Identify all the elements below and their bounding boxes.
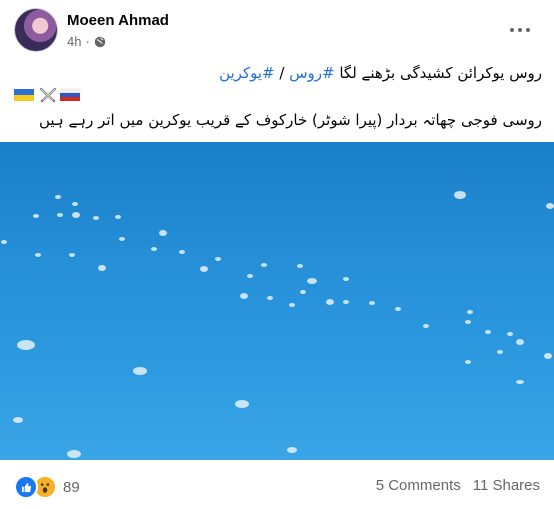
- more-options-button[interactable]: [504, 16, 536, 44]
- like-icon: [14, 475, 38, 499]
- post-header: Moeen Ahmad 4h ·: [0, 0, 554, 60]
- dot: [526, 28, 530, 32]
- post-meta: 4h ·: [67, 34, 106, 49]
- post-line-1: روس یوکرائن کشیدگی بڑھنے لگا #روس / #یوک…: [12, 62, 542, 84]
- dot: [510, 28, 514, 32]
- crossed-swords-icon: [39, 87, 57, 103]
- hashtag-separator: /: [274, 64, 290, 82]
- globe-icon: [94, 36, 106, 47]
- russia-flag-icon: [60, 88, 81, 101]
- dot: [518, 28, 522, 32]
- flag-emoji-row: [14, 87, 82, 107]
- parachutes-sky-image: [1, 191, 554, 458]
- shares-link[interactable]: 11 Shares: [473, 477, 540, 494]
- post-headline: روس یوکرائن کشیدگی بڑھنے لگا: [339, 64, 542, 82]
- reaction-count: 89: [63, 478, 80, 496]
- video-player[interactable]: [0, 142, 554, 460]
- post-footer: 89 5 Comments 11 Shares: [0, 460, 554, 509]
- hashtag-ukraine[interactable]: #یوکرین: [219, 64, 275, 82]
- post-line-3: روسی فوجی چھاتہ بردار (پیرا شوٹر) خارکوف…: [38, 111, 542, 129]
- engagement-stats: 5 Comments 11 Shares: [376, 477, 540, 494]
- thumbs-up-glyph: [21, 482, 31, 492]
- avatar[interactable]: [14, 8, 58, 52]
- author-name[interactable]: Moeen Ahmad: [67, 12, 169, 29]
- post-time[interactable]: 4h: [67, 34, 81, 49]
- post-text: روس یوکرائن کشیدگی بڑھنے لگا #روس / #یوک…: [12, 62, 542, 129]
- reactions-summary[interactable]: 89: [14, 475, 80, 499]
- comments-link[interactable]: 5 Comments: [376, 477, 461, 494]
- dot-separator: ·: [85, 34, 90, 49]
- hashtag-russia[interactable]: #روس: [289, 64, 334, 82]
- wow-face-glyph: [40, 483, 50, 493]
- ukraine-flag-icon: [14, 89, 34, 101]
